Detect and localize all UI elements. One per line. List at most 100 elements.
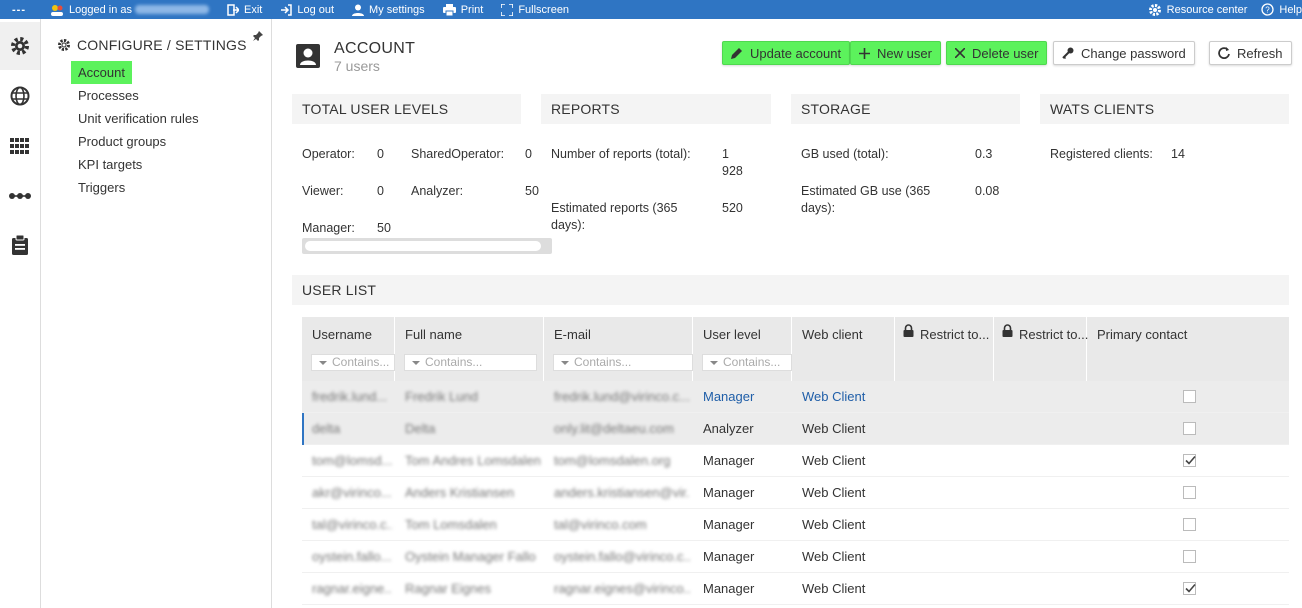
cell-full-name: Tom Andres Lomsdalen	[405, 453, 541, 468]
table-row[interactable]: delta Delta only.lit@deltaeu.com Analyzer We…	[302, 413, 1289, 445]
sidebar-item-account[interactable]: Account	[71, 61, 132, 84]
fullscreen-icon	[501, 3, 514, 16]
exit-label: Exit	[244, 3, 263, 16]
user-level-filter[interactable]: Contains...	[702, 354, 792, 371]
user-group-icon	[51, 4, 63, 16]
new-user-label: New user	[877, 45, 932, 61]
col-primary-contact[interactable]: Primary contact	[1087, 317, 1289, 381]
reports-est-label-2: days):	[551, 218, 586, 232]
col-restrict-2[interactable]: Restrict to...	[994, 317, 1088, 381]
col-email[interactable]: E-mail Contains...	[544, 317, 693, 381]
gear-icon	[1148, 3, 1161, 16]
col-username[interactable]: Username Contains...	[302, 317, 395, 381]
email-filter[interactable]: Contains...	[553, 354, 693, 371]
rail-settings[interactable]	[0, 22, 40, 70]
primary-contact-checkbox[interactable]	[1183, 390, 1196, 403]
primary-contact-checkbox[interactable]	[1183, 454, 1196, 467]
refresh-button[interactable]: Refresh	[1209, 41, 1292, 65]
col-username-label: Username	[312, 327, 372, 342]
cell-full-name: Oystein Manager Fallo	[405, 549, 536, 564]
col-web-client[interactable]: Web client	[792, 317, 895, 381]
cell-email: tal@virinco.com	[554, 517, 647, 532]
delete-user-label: Delete user	[972, 45, 1039, 61]
cell-username: oystein.fallo...	[312, 549, 392, 564]
table-row[interactable]: tom@lomsd... Tom Andres Lomsdalen tom@loms…	[302, 445, 1289, 477]
username-filter[interactable]: Contains...	[311, 354, 395, 371]
rail-globe[interactable]	[0, 72, 40, 120]
analyzer-value: 50	[525, 184, 539, 198]
my-settings-button[interactable]: My settings	[352, 4, 425, 16]
cell-full-name: Ragnar Eignes	[405, 581, 491, 596]
col-restrict-1[interactable]: Restrict to...	[895, 317, 994, 381]
logged-in-label: Logged in as	[69, 3, 132, 16]
rail-flow[interactable]	[0, 172, 40, 220]
change-password-button[interactable]: Change password	[1053, 41, 1195, 65]
table-row[interactable]: ragnar.eigne... Ragnar Eignes ragnar.eigne…	[302, 573, 1289, 605]
rail-apps[interactable]	[0, 122, 40, 170]
exit-icon	[227, 3, 239, 16]
shared-operator-label: SharedOperator:	[411, 147, 505, 161]
update-account-label: Update account	[750, 45, 842, 61]
col-full-name-label: Full name	[405, 327, 463, 342]
cell-web: Web Client	[802, 389, 866, 404]
col-user-level-label: User level	[703, 327, 761, 342]
print-button[interactable]: Print	[442, 3, 483, 16]
operator-label: Operator:	[302, 147, 355, 161]
update-account-button[interactable]: Update account	[722, 41, 851, 65]
check-icon	[1185, 455, 1196, 465]
cell-web: Web Client	[802, 453, 866, 468]
scrollbar-thumb[interactable]	[305, 241, 541, 251]
cell-email: fredrik.lund@virinco.c...	[554, 389, 690, 404]
plus-icon	[859, 47, 870, 59]
settings-sidebar: CONFIGURE / SETTINGS Account Processes U…	[41, 19, 272, 608]
resource-center-button[interactable]: Resource center	[1148, 3, 1248, 17]
primary-contact-checkbox[interactable]	[1183, 518, 1196, 531]
sidebar-item-processes[interactable]: Processes	[71, 84, 206, 107]
cell-web: Web Client	[802, 421, 866, 436]
close-icon	[955, 48, 965, 58]
sidebar-item-unit-verification-rules[interactable]: Unit verification rules	[71, 107, 206, 130]
new-user-button[interactable]: New user	[850, 41, 941, 65]
refresh-icon	[1218, 47, 1230, 59]
exit-button[interactable]: Exit	[227, 4, 262, 16]
cell-web: Web Client	[802, 581, 866, 596]
primary-contact-checkbox[interactable]	[1183, 550, 1196, 563]
cell-username: delta	[312, 421, 341, 436]
top-bar: --- Logged in as Exit Log out My setting…	[0, 0, 1302, 19]
primary-contact-checkbox[interactable]	[1183, 486, 1196, 499]
flow-icon	[9, 193, 31, 199]
storage-header: STORAGE	[791, 94, 1020, 124]
grid-header: Username Contains... Full name Contains.…	[302, 317, 1289, 381]
primary-contact-checkbox[interactable]	[1183, 582, 1196, 595]
pin-icon[interactable]	[253, 29, 263, 44]
analyzer-label: Analyzer:	[411, 184, 464, 198]
col-user-level[interactable]: User level Contains...	[693, 317, 792, 381]
gear-icon	[11, 37, 29, 55]
sidebar-title: CONFIGURE / SETTINGS	[77, 37, 247, 53]
resource-center-label: Resource center	[1166, 3, 1248, 16]
main-content: ACCOUNT 7 users Update account New user …	[272, 19, 1302, 608]
user-list-header: USER LIST	[292, 275, 1289, 305]
storage-est-value: 0.08	[975, 184, 1000, 198]
menu-button[interactable]: ---	[0, 0, 38, 19]
cell-email: only.lit@deltaeu.com	[554, 421, 674, 436]
cell-level: Manager	[703, 453, 755, 468]
rail-clipboard[interactable]	[0, 221, 40, 269]
log-out-button[interactable]: Log out	[280, 4, 334, 16]
fullscreen-button[interactable]: Fullscreen	[501, 3, 569, 16]
delete-user-button[interactable]: Delete user	[946, 41, 1048, 65]
table-row[interactable]: akr@virinco... Anders Kristiansen anders.k…	[302, 477, 1289, 509]
full-name-filter[interactable]: Contains...	[404, 354, 537, 371]
col-full-name[interactable]: Full name Contains...	[395, 317, 544, 381]
table-row[interactable]: fredrik.lund... Fredrik Lund fredrik.lund@…	[302, 381, 1289, 413]
sidebar-item-triggers[interactable]: Triggers	[71, 176, 206, 199]
help-button[interactable]: ? Help	[1261, 3, 1302, 16]
refresh-label: Refresh	[1237, 45, 1283, 61]
levels-scrollbar[interactable]	[302, 238, 552, 254]
table-row[interactable]: oystein.fallo... Oystein Manager Fallo oys…	[302, 541, 1289, 573]
sidebar-item-kpi-targets[interactable]: KPI targets	[71, 153, 206, 176]
table-row[interactable]: tal@virinco.c... Tom Lomsdalen tal@virinco…	[302, 509, 1289, 541]
cell-username: ragnar.eigne...	[312, 581, 392, 596]
primary-contact-checkbox[interactable]	[1183, 422, 1196, 435]
sidebar-item-product-groups[interactable]: Product groups	[71, 130, 206, 153]
